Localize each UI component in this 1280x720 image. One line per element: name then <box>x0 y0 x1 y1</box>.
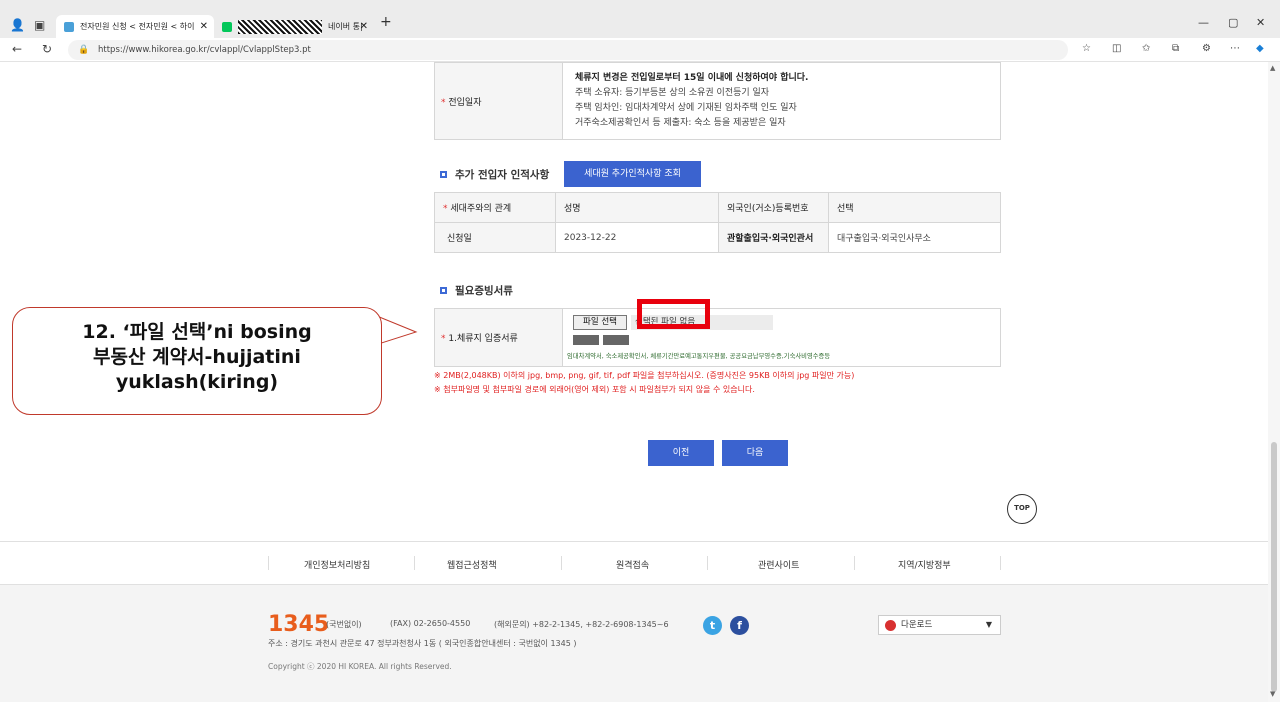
split-screen-icon[interactable]: ◫ <box>1112 43 1121 54</box>
phone-note: (국번없이) <box>326 620 362 629</box>
close-tab-icon[interactable]: ✕ <box>200 15 208 38</box>
footer <box>0 585 1268 702</box>
profile-icon[interactable]: 👤 <box>10 18 25 32</box>
name-header: 성명 <box>555 192 719 223</box>
favorites-icon[interactable]: ✩ <box>1142 43 1150 54</box>
file-action-button-2[interactable] <box>603 335 629 345</box>
maximize-button[interactable]: ▢ <box>1228 16 1238 29</box>
scroll-down-icon[interactable]: ▼ <box>1270 690 1275 698</box>
download-icon <box>885 620 896 631</box>
highlight-box <box>637 299 710 329</box>
close-tab-icon[interactable]: ✕ <box>360 15 368 38</box>
next-button[interactable]: 다음 <box>722 440 788 466</box>
tab-label: 전자민원 신청 < 전자민원 < 하이 <box>80 22 195 31</box>
reg-no-header: 외국인(거소)등록번호 <box>718 192 829 223</box>
instruction-callout: 12. ‘파일 선택’ni bosing 부동산 계약서-hujjatini y… <box>12 307 382 415</box>
scroll-up-icon[interactable]: ▲ <box>1270 64 1275 72</box>
file-select-button[interactable]: 파일 선택 <box>573 315 627 330</box>
callout-line-1: 12. ‘파일 선택’ni bosing <box>82 321 312 343</box>
close-window-button[interactable]: ✕ <box>1256 16 1265 29</box>
footer-divider <box>268 556 269 570</box>
relation-header: * 세대주와의 관계 <box>434 192 556 223</box>
move-in-bold-line: 체류지 변경은 전입일로부터 15일 이내에 신청하여야 합니다. <box>575 73 809 83</box>
new-tab-button[interactable]: + <box>380 14 392 30</box>
select-header: 선택 <box>828 192 1001 223</box>
scroll-top-button[interactable]: TOP <box>1007 494 1037 524</box>
additional-persons-table: * 세대주와의 관계 성명 외국인(거소)등록번호 선택 신청일 2023-12… <box>434 192 1001 253</box>
footer-address: 주소 : 경기도 과천시 관문로 47 정부과천청사 1동 ( 외국인종합안내센… <box>268 639 577 648</box>
file-name-notice: ※ 첨부파일명 및 첨부파일 경로에 외래어(영어 제외) 포함 시 파일첨부가… <box>434 385 755 394</box>
footer-divider <box>1000 556 1001 570</box>
move-in-date-label: * 전입일자 <box>434 62 563 140</box>
additional-persons-title: 추가 전입자 인적사항 <box>440 167 549 182</box>
footer-link-remote[interactable]: 원격접속 <box>616 558 649 571</box>
footer-divider <box>854 556 855 570</box>
footer-copyright: Copyright ⓒ 2020 HI KOREA. All rights Re… <box>268 662 452 671</box>
callout-line-2: 부동산 계약서-hujjatini <box>93 346 301 368</box>
move-in-date-table: * 전입일자 체류지 변경은 전입일로부터 15일 이내에 신청하여야 합니다.… <box>434 62 1001 140</box>
office-label: 관할출입국·외국인관서 <box>718 222 829 253</box>
collections-icon[interactable]: ⧉ <box>1172 43 1179 54</box>
tab-naver[interactable]: 네이버 통| ✕ <box>216 15 374 38</box>
favorite-star-icon[interactable]: ☆ <box>1082 43 1091 54</box>
move-in-line-owner: 주택 소유자: 등기부등본 상의 소유권 이전등기 일자 <box>575 88 770 98</box>
scroll-thumb[interactable] <box>1271 442 1277 692</box>
call-center-number: 1345 <box>268 612 330 637</box>
naver-favicon-icon <box>222 21 232 32</box>
residence-proof-label: * 1.체류지 입증서류 <box>434 308 563 367</box>
footer-divider <box>561 556 562 570</box>
download-label: 다운로드 <box>901 620 933 630</box>
browser-tab-bar: 👤 ▣ 전자민원 신청 < 전자민원 < 하이 ✕ 네이버 통| ✕ + — ▢… <box>0 0 1280 38</box>
overseas-number: (해외문의) +82-2-1345, +82-2-6908-1345~6 <box>494 620 669 629</box>
footer-link-related[interactable]: 관련사이트 <box>758 558 799 571</box>
copilot-icon[interactable]: ◆ <box>1256 43 1264 54</box>
address-bar: ← ↻ 🔒 https://www.hikorea.go.kr/cvlappl/… <box>0 38 1280 62</box>
tab-hikorea[interactable]: 전자민원 신청 < 전자민원 < 하이 ✕ <box>56 15 214 38</box>
more-menu-icon[interactable]: ⋯ <box>1230 43 1240 54</box>
chevron-down-icon: ▼ <box>985 620 992 629</box>
file-upload-cell: 파일 선택 선택된 파일 없음 임대차계약서, 숙소제공확인서, 체류기간만료예… <box>562 308 1001 367</box>
download-select[interactable]: 다운로드 ▼ <box>878 615 1001 635</box>
move-in-line-tenant: 주택 임차인: 임대차계약서 상에 기재된 임차주택 인도 일자 <box>575 103 797 113</box>
callout-line-3: yuklash(kiring) <box>115 371 279 393</box>
lock-icon: 🔒 <box>78 45 90 55</box>
file-size-notice: ※ 2MB(2,048KB) 이하의 jpg, bmp, png, gif, t… <box>434 371 855 380</box>
household-lookup-button[interactable]: 세대원 추가인적사항 조회 <box>564 161 701 187</box>
section-bullet-icon <box>440 287 447 294</box>
document-hint-text: 임대차계약서, 숙소제공확인서, 체류기간만료예고통지우편물, 공공요금납부영수… <box>567 353 831 360</box>
documents-title: 필요증빙서류 <box>440 283 513 298</box>
move-in-line-lodging: 거주숙소제공확인서 등 제출자: 숙소 등을 제공받은 일자 <box>575 118 786 128</box>
extensions-icon[interactable]: ⚙ <box>1202 43 1211 54</box>
footer-divider <box>414 556 415 570</box>
move-in-date-notice: 체류지 변경은 전입일로부터 15일 이내에 신청하여야 합니다. 주택 소유자… <box>562 62 1001 140</box>
office-value: 대구출입국·외국인사무소 <box>828 222 1001 253</box>
page-scrollbar[interactable]: ▲ ▼ <box>1268 62 1280 702</box>
footer-links: 개인정보처리방침 웹접근성정책 원격접속 관련사이트 지역/지방정부 <box>0 541 1268 585</box>
footer-link-privacy[interactable]: 개인정보처리방침 <box>304 558 370 571</box>
section-bullet-icon <box>440 171 447 178</box>
url-text: https://www.hikorea.go.kr/cvlappl/Cvlapp… <box>98 45 311 55</box>
hikorea-favicon-icon <box>64 21 74 32</box>
refresh-icon[interactable]: ↻ <box>42 42 52 56</box>
redacted-block <box>238 19 322 34</box>
prev-button[interactable]: 이전 <box>648 440 714 466</box>
apply-date-label: 신청일 <box>434 222 556 253</box>
documents-table: * 1.체류지 입증서류 파일 선택 선택된 파일 없음 임대차계약서, 숙소제… <box>434 308 1001 367</box>
url-field[interactable]: 🔒 https://www.hikorea.go.kr/cvlappl/Cvla… <box>68 40 1068 60</box>
tab-label: 네이버 통| <box>328 22 363 31</box>
footer-link-regional[interactable]: 지역/지방정부 <box>898 558 951 571</box>
tab-actions-icon[interactable]: ▣ <box>34 18 45 32</box>
apply-date-value: 2023-12-22 <box>555 222 719 253</box>
footer-divider <box>707 556 708 570</box>
back-icon[interactable]: ← <box>12 42 22 56</box>
minimize-button[interactable]: — <box>1198 16 1209 29</box>
footer-link-accessibility[interactable]: 웹접근성정책 <box>447 558 497 571</box>
facebook-icon[interactable]: f <box>730 616 749 635</box>
fax-number: (FAX) 02-2650-4550 <box>390 619 471 628</box>
file-action-button-1[interactable] <box>573 335 599 345</box>
twitter-icon[interactable]: t <box>703 616 722 635</box>
